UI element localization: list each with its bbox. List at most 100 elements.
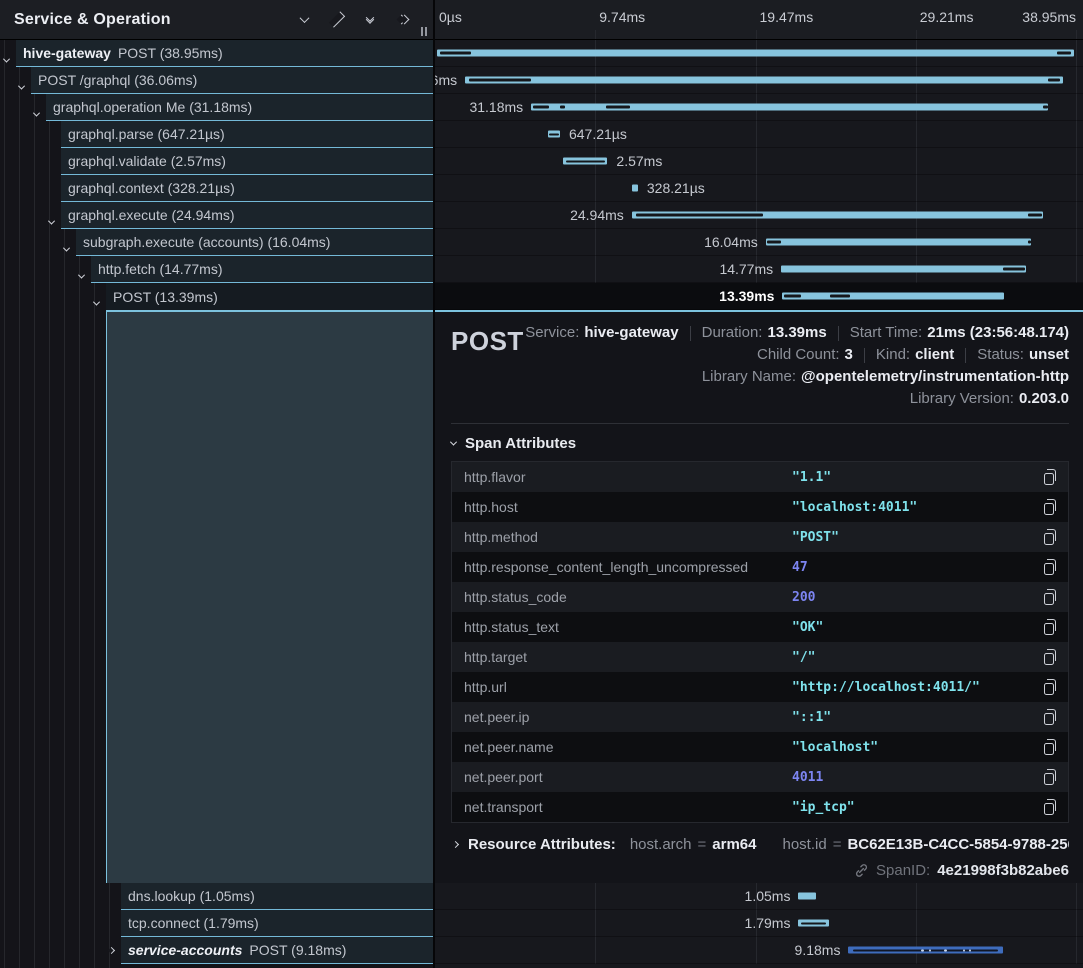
- copy-button[interactable]: [1030, 470, 1068, 485]
- duration-label: 36.06ms: [435, 72, 457, 88]
- bar-row-service-accounts-post[interactable]: 9.18ms: [435, 937, 1083, 964]
- tree-row-hive-gateway-post[interactable]: hive-gateway POST (38.95ms): [0, 40, 433, 67]
- span-tree: hive-gateway POST (38.95ms) POST /graphq…: [0, 40, 433, 968]
- chevron-right-icon: [452, 841, 459, 848]
- kind-value: client: [915, 344, 954, 366]
- duration-label: 14.77ms: [719, 261, 773, 277]
- copy-button[interactable]: [1030, 560, 1068, 575]
- attribute-row: net.transport"ip_tcp": [452, 792, 1068, 822]
- chevron-down-icon[interactable]: [49, 212, 59, 222]
- span-bar[interactable]: [782, 293, 1004, 300]
- attribute-row: net.peer.ip"::1": [452, 702, 1068, 732]
- tree-row-post-selected[interactable]: POST (13.39ms): [0, 283, 433, 310]
- span-label: tcp.connect (1.79ms): [128, 915, 259, 931]
- duration-label: 9.18ms: [795, 942, 841, 958]
- copy-button[interactable]: [1030, 680, 1068, 695]
- span-bar[interactable]: [766, 239, 1031, 246]
- span-bar[interactable]: [798, 920, 828, 927]
- expand-all-icon[interactable]: [395, 12, 411, 28]
- tick-label: 9.74ms: [599, 9, 645, 25]
- span-bar[interactable]: [848, 947, 1002, 954]
- chevron-down-icon[interactable]: [64, 239, 74, 249]
- tree-row-graphql-operation[interactable]: graphql.operation Me (31.18ms): [0, 94, 433, 121]
- tree-row-post-graphql[interactable]: POST /graphql (36.06ms): [0, 67, 433, 94]
- span-label: graphql.context (328.21µs): [68, 180, 235, 196]
- copy-button[interactable]: [1030, 530, 1068, 545]
- bar-row-post-graphql[interactable]: 36.06ms: [435, 67, 1083, 94]
- bar-row-graphql-context[interactable]: 328.21µs: [435, 175, 1083, 202]
- span-bar[interactable]: [437, 50, 1074, 57]
- bar-row-dns-lookup[interactable]: 1.05ms: [435, 883, 1083, 910]
- attribute-row: net.peer.name"localhost": [452, 732, 1068, 762]
- panel-resize-handle[interactable]: [421, 27, 427, 36]
- span-bar[interactable]: [531, 104, 1048, 111]
- tree-row-subgraph-execute[interactable]: subgraph.execute (accounts) (16.04ms): [0, 229, 433, 256]
- span-bar[interactable]: [465, 77, 1062, 84]
- span-bar[interactable]: [632, 212, 1044, 219]
- duration-label: 24.94ms: [570, 207, 624, 223]
- attribute-value: "1.1": [792, 470, 1030, 485]
- copy-button[interactable]: [1030, 500, 1068, 515]
- tree-header-actions: [296, 12, 411, 28]
- chevron-down-icon[interactable]: [4, 50, 14, 60]
- tree-row-graphql-validate[interactable]: graphql.validate (2.57ms): [0, 148, 433, 175]
- tree-row-tcp-connect[interactable]: tcp.connect (1.79ms): [0, 910, 433, 937]
- span-label: graphql.operation Me (31.18ms): [53, 99, 252, 115]
- tree-row-graphql-parse[interactable]: graphql.parse (647.21µs): [0, 121, 433, 148]
- chevron-down-icon[interactable]: [34, 104, 44, 114]
- duration-label: Duration:: [702, 322, 763, 344]
- copy-button[interactable]: [1030, 620, 1068, 635]
- chevron-right-icon[interactable]: [109, 948, 119, 958]
- tree-row-service-accounts-post[interactable]: service-accounts POST (9.18ms): [0, 937, 433, 964]
- span-bar[interactable]: [798, 893, 816, 900]
- duration-label: 2.57ms: [616, 153, 662, 169]
- bar-row-subgraph-execute[interactable]: 16.04ms: [435, 229, 1083, 256]
- duration-label: 13.39ms: [719, 288, 774, 304]
- span-detail-panel: POST Service:hive-gateway Duration:13.39…: [435, 310, 1083, 883]
- start-time-value: 21ms (23:56:48.174): [927, 322, 1069, 344]
- copy-button[interactable]: [1030, 710, 1068, 725]
- copy-button[interactable]: [1030, 800, 1068, 815]
- collapse-one-icon[interactable]: [296, 12, 312, 28]
- attribute-row: http.response_content_length_uncompresse…: [452, 552, 1068, 582]
- tree-row-graphql-context[interactable]: graphql.context (328.21µs): [0, 175, 433, 202]
- attribute-key: http.host: [452, 499, 792, 515]
- copy-button[interactable]: [1030, 740, 1068, 755]
- span-bar[interactable]: [563, 158, 607, 165]
- span-bar[interactable]: [781, 266, 1026, 273]
- chevron-down-icon[interactable]: [94, 293, 104, 303]
- tree-row-http-fetch[interactable]: http.fetch (14.77ms): [0, 256, 433, 283]
- bar-row-graphql-execute[interactable]: 24.94ms: [435, 202, 1083, 229]
- chevron-down-icon[interactable]: [19, 77, 29, 87]
- bar-row-post-selected[interactable]: 13.39ms: [435, 283, 1083, 310]
- bar-row-graphql-parse[interactable]: 647.21µs: [435, 121, 1083, 148]
- bar-row-tcp-connect[interactable]: 1.79ms: [435, 910, 1083, 937]
- collapse-all-icon[interactable]: [362, 12, 378, 28]
- timeline-rows-top: 38.95ms 36.06ms 31.18ms 647.21µs 2.57ms: [435, 40, 1083, 310]
- bar-row-graphql-validate[interactable]: 2.57ms: [435, 148, 1083, 175]
- span-bar[interactable]: [632, 185, 638, 192]
- bar-row-http-fetch[interactable]: 14.77ms: [435, 256, 1083, 283]
- tree-row-graphql-execute[interactable]: graphql.execute (24.94ms): [0, 202, 433, 229]
- resource-attributes-toggle[interactable]: Resource Attributes: host.arch = arm64 h…: [451, 836, 1069, 853]
- copy-button[interactable]: [1030, 770, 1068, 785]
- copy-button[interactable]: [1030, 590, 1068, 605]
- bar-row-hive-gateway-post[interactable]: 38.95ms: [435, 40, 1083, 67]
- detail-meta: Service:hive-gateway Duration:13.39ms St…: [525, 322, 1069, 410]
- tick-label: 0µs: [439, 9, 462, 25]
- chevron-down-icon[interactable]: [79, 266, 89, 276]
- copy-icon: [1044, 473, 1054, 485]
- tree-row-dns-lookup[interactable]: dns.lookup (1.05ms): [0, 883, 433, 910]
- duration-label: 1.05ms: [745, 888, 791, 904]
- attribute-key: http.response_content_length_uncompresse…: [452, 559, 792, 575]
- link-icon[interactable]: [854, 863, 869, 878]
- attribute-value: "ip_tcp": [792, 800, 1030, 815]
- span-bar[interactable]: [548, 131, 560, 138]
- span-attributes-toggle[interactable]: Span Attributes: [451, 435, 1069, 452]
- copy-icon: [1044, 803, 1054, 815]
- copy-button[interactable]: [1030, 650, 1068, 665]
- bar-row-graphql-operation[interactable]: 31.18ms: [435, 94, 1083, 121]
- attribute-value: 4011: [792, 770, 1030, 785]
- child-count-label: Child Count:: [757, 344, 840, 366]
- expand-one-icon[interactable]: [329, 12, 345, 28]
